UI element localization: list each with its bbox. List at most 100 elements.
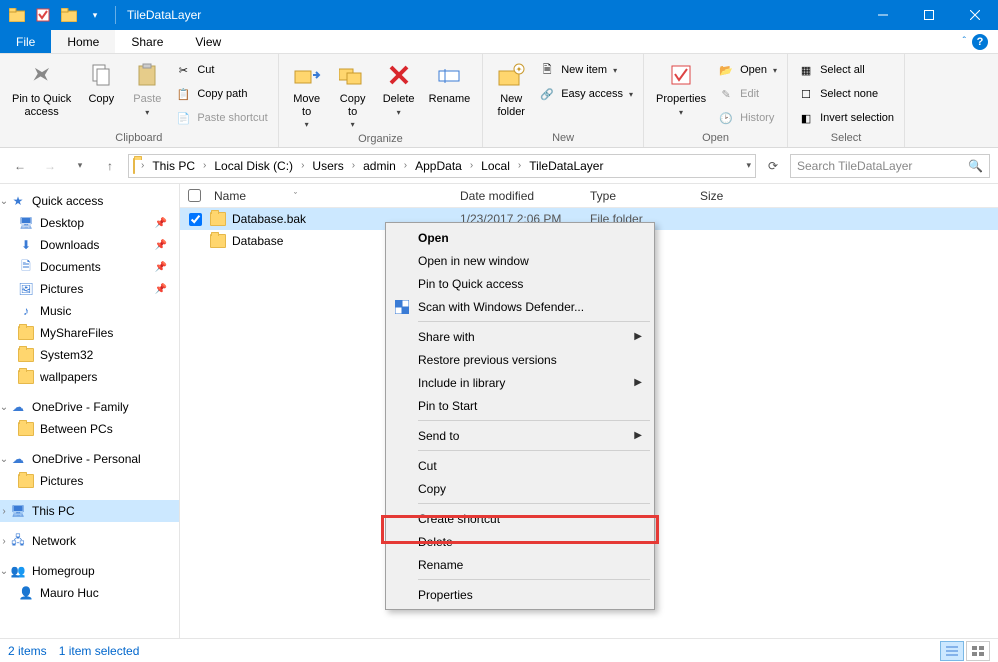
sidebar-onedrive-personal[interactable]: ⌄☁OneDrive - Personal [0, 448, 179, 470]
close-button[interactable] [952, 0, 998, 30]
ribbon-collapse-icon[interactable]: ˆ [963, 36, 966, 47]
ctx-scan-defender[interactable]: Scan with Windows Defender... [388, 295, 652, 318]
crumb-2[interactable]: Users [310, 159, 345, 173]
qat-customize-icon[interactable]: ▾ [84, 4, 106, 26]
ctx-pin-quick-access[interactable]: Pin to Quick access [388, 272, 652, 295]
crumb-5[interactable]: Local [479, 159, 512, 173]
status-bar: 2 items 1 item selected [0, 638, 998, 662]
qat-newfolder-icon[interactable] [58, 4, 80, 26]
title-bar: ▾ TileDataLayer [0, 0, 998, 30]
col-type[interactable]: Type [590, 189, 700, 203]
details-view-button[interactable] [940, 641, 964, 661]
search-icon: 🔍 [968, 159, 983, 173]
pin-quick-access-button[interactable]: Pin to Quick access [6, 57, 77, 120]
help-icon[interactable]: ? [972, 34, 988, 50]
col-date[interactable]: Date modified [460, 189, 590, 203]
folder-icon [210, 234, 226, 248]
delete-button[interactable]: Delete▾ [377, 57, 421, 119]
paste-button[interactable]: Paste ▾ [125, 57, 169, 119]
sidebar-homegroup[interactable]: ⌄👥Homegroup [0, 560, 179, 582]
navigation-bar: ← → ▾ ↑ › This PC› Local Disk (C:)› User… [0, 148, 998, 184]
ctx-open-new-window[interactable]: Open in new window [388, 249, 652, 272]
file-name: Database.bak [232, 212, 306, 226]
pin-icon: 📌 [155, 262, 175, 273]
sidebar-this-pc[interactable]: ›🖥This PC [0, 500, 179, 522]
col-name[interactable]: Nameˇ [210, 189, 460, 203]
folder-icon [18, 347, 34, 363]
row-checkbox[interactable] [189, 213, 202, 226]
ctx-open[interactable]: Open [388, 226, 652, 249]
sidebar-network[interactable]: ›🖧Network [0, 530, 179, 552]
address-dropdown-icon[interactable]: ▾ [746, 160, 751, 171]
sidebar-quick-access[interactable]: ⌄★Quick access [0, 190, 179, 212]
ctx-include-library[interactable]: Include in library▶ [388, 371, 652, 394]
ctx-pin-start[interactable]: Pin to Start [388, 394, 652, 417]
refresh-button[interactable]: ⟳ [762, 155, 784, 177]
sidebar-wallpapers[interactable]: wallpapers [0, 366, 179, 388]
ctx-rename[interactable]: Rename [388, 553, 652, 576]
sidebar-documents[interactable]: 🗎Documents📌 [0, 256, 179, 278]
thumbnails-view-button[interactable] [966, 641, 990, 661]
maximize-button[interactable] [906, 0, 952, 30]
sidebar-system32[interactable]: System32 [0, 344, 179, 366]
easy-access-button[interactable]: 🔗Easy access ▾ [535, 83, 637, 105]
ctx-copy[interactable]: Copy [388, 477, 652, 500]
sidebar-between-pcs[interactable]: Between PCs [0, 418, 179, 440]
edit-button[interactable]: ✎Edit [714, 83, 781, 105]
copy-to-icon [337, 59, 369, 91]
col-size[interactable]: Size [700, 189, 770, 203]
minimize-button[interactable] [860, 0, 906, 30]
crumb-3[interactable]: admin [361, 159, 398, 173]
folder-icon [18, 325, 34, 341]
ctx-share-with[interactable]: Share with▶ [388, 325, 652, 348]
ctx-create-shortcut[interactable]: Create shortcut [388, 507, 652, 530]
back-button[interactable]: ← [8, 154, 32, 178]
recent-locations-button[interactable]: ▾ [68, 154, 92, 178]
invert-selection-button[interactable]: ◧Invert selection [794, 107, 898, 129]
history-button[interactable]: 🕑History [714, 107, 781, 129]
tab-view[interactable]: View [179, 30, 237, 53]
move-to-button[interactable]: Move to▾ [285, 57, 329, 131]
ctx-delete[interactable]: Delete [388, 530, 652, 553]
pin-icon [26, 59, 58, 91]
crumb-0[interactable]: This PC [150, 159, 197, 173]
sort-indicator-icon: ˇ [294, 191, 297, 201]
qat-properties-icon[interactable] [32, 4, 54, 26]
sidebar-downloads[interactable]: ⬇Downloads📌 [0, 234, 179, 256]
sidebar-mysharefiles[interactable]: MyShareFiles [0, 322, 179, 344]
new-folder-button[interactable]: ✦ New folder [489, 57, 533, 120]
sidebar-music[interactable]: ♪Music [0, 300, 179, 322]
tab-home[interactable]: Home [51, 30, 115, 53]
search-input[interactable]: Search TileDataLayer 🔍 [790, 154, 990, 178]
ctx-restore-versions[interactable]: Restore previous versions [388, 348, 652, 371]
up-button[interactable]: ↑ [98, 154, 122, 178]
open-button[interactable]: 📂Open ▾ [714, 59, 781, 81]
copy-path-button[interactable]: 📋Copy path [171, 83, 271, 105]
tab-file[interactable]: File [0, 30, 51, 53]
paste-shortcut-button[interactable]: 📄Paste shortcut [171, 107, 271, 129]
rename-button[interactable]: Rename [423, 57, 477, 108]
address-bar[interactable]: › This PC› Local Disk (C:)› Users› admin… [128, 154, 756, 178]
copy-button[interactable]: Copy [79, 57, 123, 108]
cut-button[interactable]: ✂Cut [171, 59, 271, 81]
sidebar-onedrive-family[interactable]: ⌄☁OneDrive - Family [0, 396, 179, 418]
properties-button[interactable]: Properties▾ [650, 57, 712, 119]
select-none-button[interactable]: ☐Select none [794, 83, 898, 105]
tab-share[interactable]: Share [115, 30, 179, 53]
select-all-button[interactable]: ▦Select all [794, 59, 898, 81]
ctx-send-to[interactable]: Send to▶ [388, 424, 652, 447]
onedrive-icon: ☁ [10, 451, 26, 467]
crumb-4[interactable]: AppData [413, 159, 464, 173]
copy-to-button[interactable]: Copy to▾ [331, 57, 375, 131]
crumb-6[interactable]: TileDataLayer [527, 159, 605, 173]
crumb-1[interactable]: Local Disk (C:) [212, 159, 295, 173]
sidebar-desktop[interactable]: 🖥Desktop📌 [0, 212, 179, 234]
select-all-checkbox[interactable] [188, 189, 201, 202]
sidebar-onedrive-pictures[interactable]: Pictures [0, 470, 179, 492]
ctx-cut[interactable]: Cut [388, 454, 652, 477]
forward-button[interactable]: → [38, 154, 62, 178]
sidebar-pictures[interactable]: 🖼Pictures📌 [0, 278, 179, 300]
ctx-properties[interactable]: Properties [388, 583, 652, 606]
new-item-button[interactable]: 🗎New item ▾ [535, 59, 637, 81]
sidebar-user[interactable]: 👤Mauro Huc [0, 582, 179, 604]
